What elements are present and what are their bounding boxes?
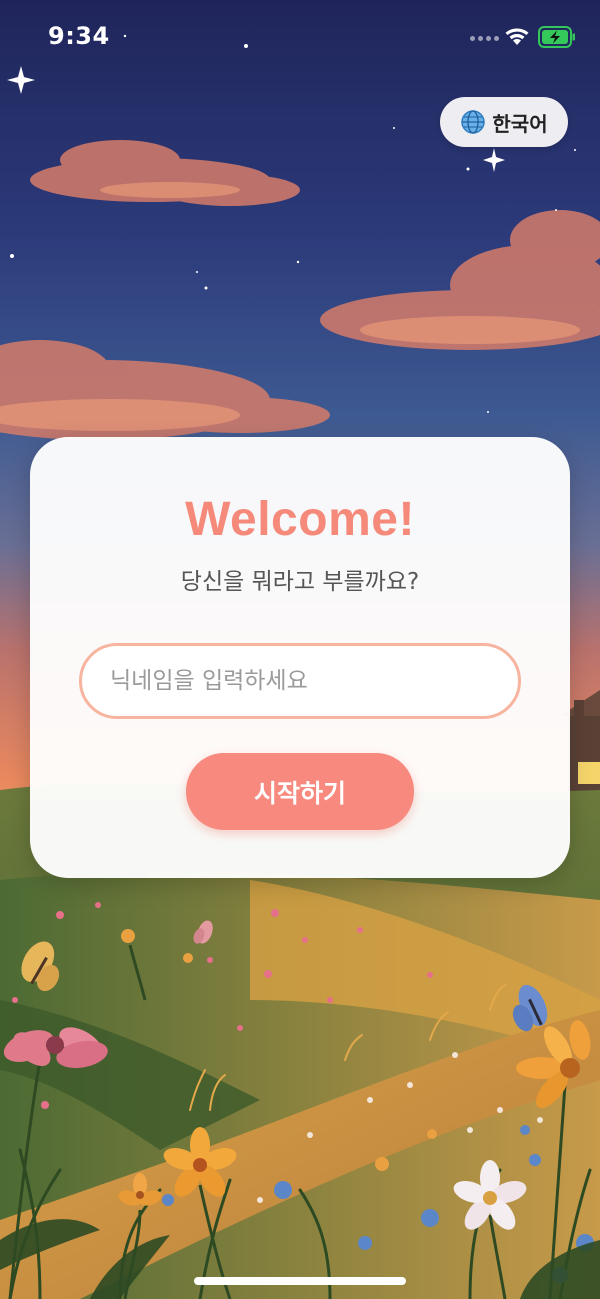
status-time: 9:34 (48, 22, 110, 50)
status-bar: 9:34 (0, 0, 600, 74)
start-button[interactable]: 시작하기 (186, 753, 414, 830)
cellular-signal-icon (470, 36, 499, 41)
welcome-screen: 9:34 한국어 Welcome! 당신을 뭐라고 부를까요? 시작하기 (0, 0, 600, 1299)
language-label: 한국어 (492, 111, 548, 136)
home-indicator (194, 1277, 406, 1285)
wifi-icon (505, 28, 529, 45)
language-selector-button[interactable]: 한국어 (440, 97, 568, 147)
welcome-subtitle: 당신을 뭐라고 부를까요? (180, 569, 420, 595)
globe-icon (461, 110, 486, 134)
welcome-title: Welcome! (185, 493, 415, 546)
nickname-input[interactable] (79, 643, 521, 719)
battery-charging-icon (538, 26, 575, 48)
